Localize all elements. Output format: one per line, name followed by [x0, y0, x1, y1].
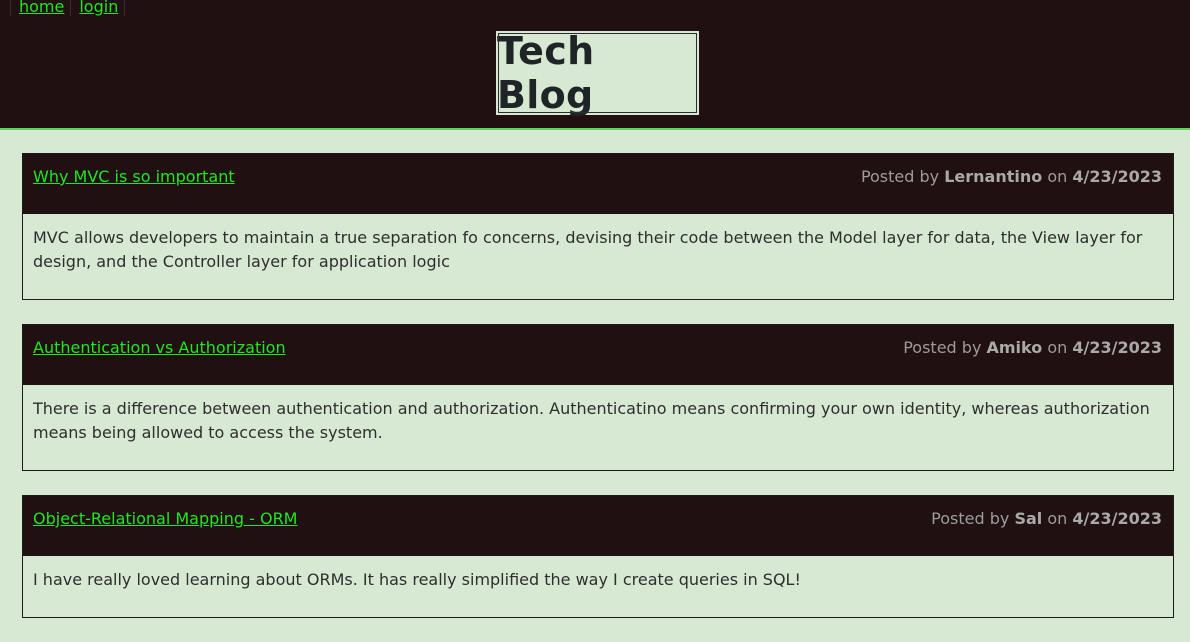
post-date: 4/23/2023 — [1072, 338, 1162, 357]
post-date: 4/23/2023 — [1072, 509, 1162, 528]
post-header: Object-Relational Mapping - ORM Posted b… — [23, 496, 1173, 556]
posted-by-label: Posted by — [931, 509, 1010, 528]
on-label: on — [1047, 167, 1068, 186]
post-body: I have really loved learning about ORMs.… — [33, 570, 801, 589]
post-date: 4/23/2023 — [1072, 167, 1162, 186]
posted-by-label: Posted by — [903, 338, 982, 357]
post-author: Sal — [1014, 509, 1043, 528]
on-label: on — [1047, 509, 1068, 528]
post-header: Why MVC is so important Posted by Lernan… — [23, 154, 1173, 214]
on-label: on — [1047, 338, 1068, 357]
post-author: Lernantino — [944, 167, 1043, 186]
post-body: There is a difference between authentica… — [33, 399, 1150, 442]
post-title-link[interactable]: Object-Relational Mapping - ORM — [33, 509, 297, 529]
post-meta: Posted by Lernantino on 4/23/2023 — [861, 167, 1162, 187]
post-title-link[interactable]: Authentication vs Authorization — [33, 338, 286, 358]
post-header: Authentication vs Authorization Posted b… — [23, 325, 1173, 385]
site-header: home login Tech Blog — [0, 0, 1190, 130]
post-meta: Posted by Amiko on 4/23/2023 — [903, 338, 1162, 358]
top-nav: home login — [10, 0, 126, 16]
post-list: Why MVC is so important Posted by Lernan… — [22, 153, 1174, 642]
site-title-box: Tech Blog — [496, 29, 699, 117]
post-body: MVC allows developers to maintain a true… — [33, 228, 1143, 271]
post-card: Object-Relational Mapping - ORM Posted b… — [22, 495, 1174, 618]
post-card: Why MVC is so important Posted by Lernan… — [22, 153, 1174, 300]
post-author: Amiko — [986, 338, 1043, 357]
post-title-link[interactable]: Why MVC is so important — [33, 167, 235, 187]
post-meta: Posted by Sal on 4/23/2023 — [931, 509, 1162, 529]
nav-home-link[interactable]: home — [10, 0, 70, 16]
nav-login-link[interactable]: login — [70, 0, 126, 16]
post-card: Authentication vs Authorization Posted b… — [22, 324, 1174, 471]
site-title: Tech Blog — [497, 29, 595, 117]
posted-by-label: Posted by — [860, 167, 940, 186]
